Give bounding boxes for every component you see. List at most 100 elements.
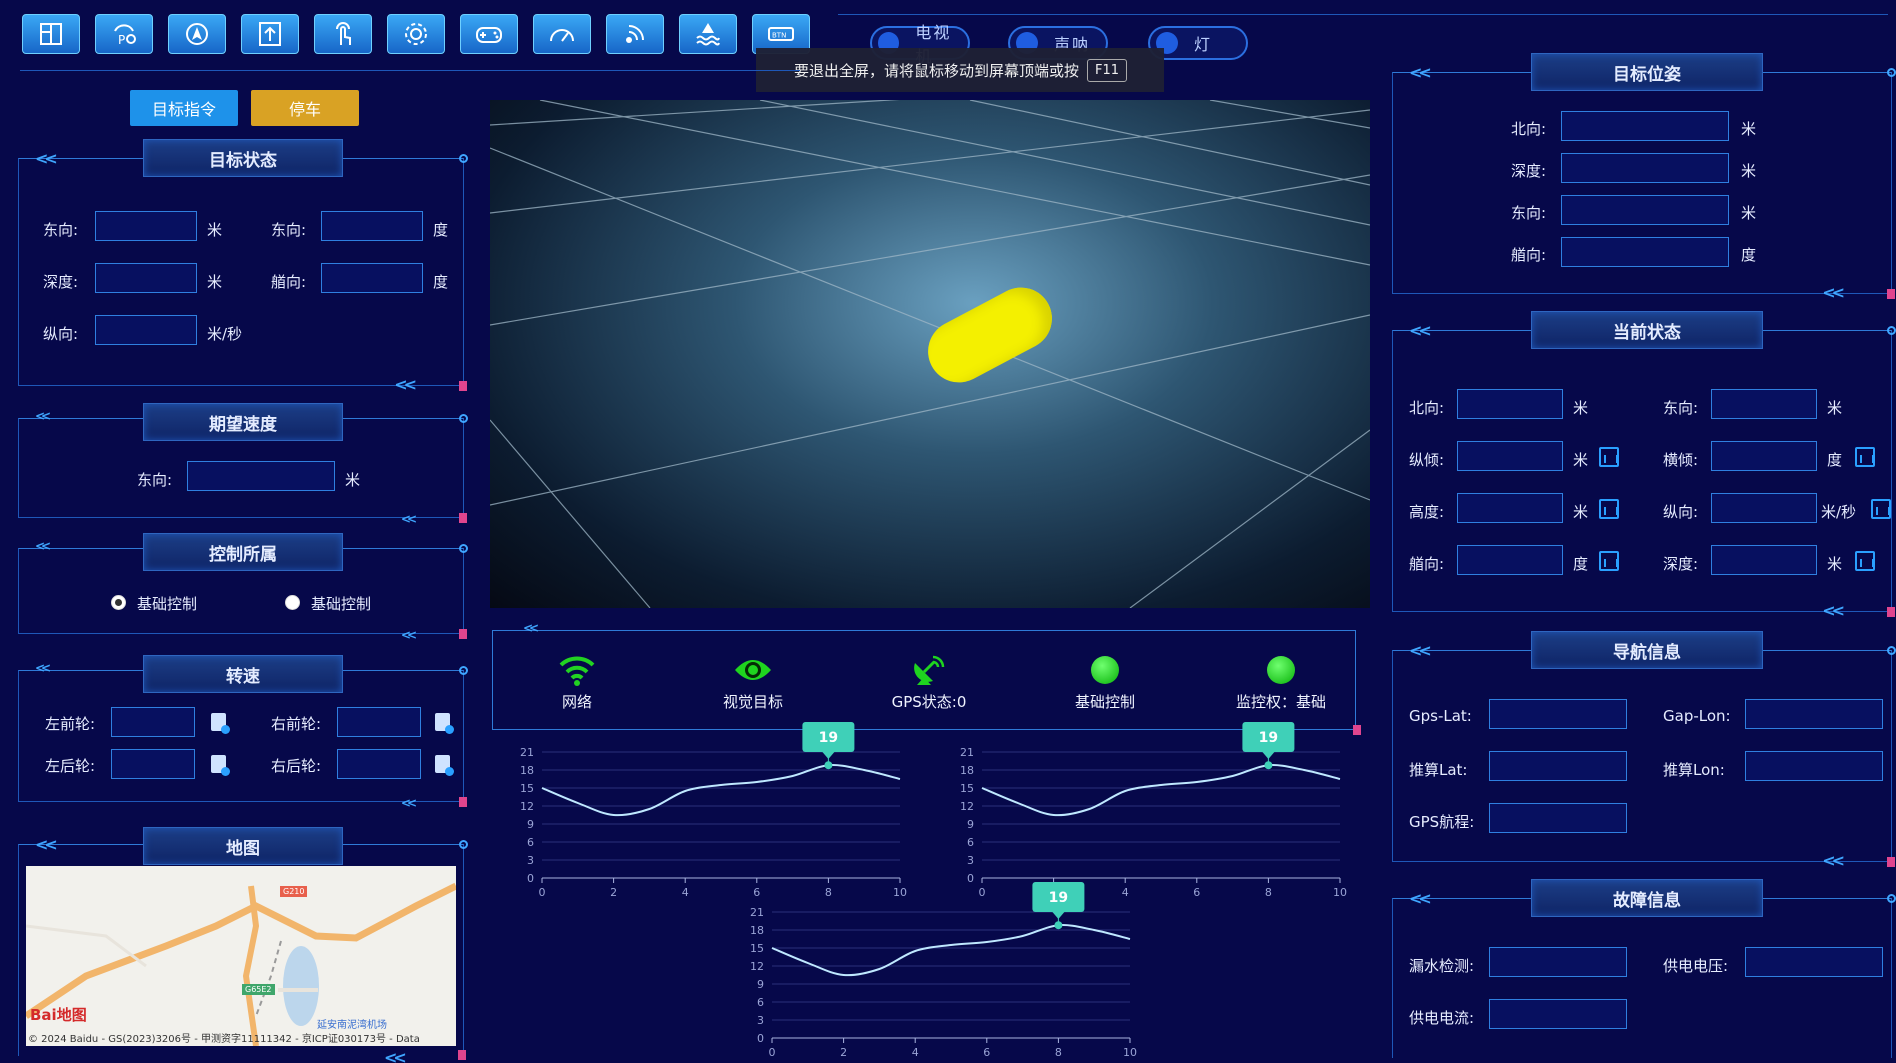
- road-label: G210: [280, 886, 308, 897]
- corner-dot: [459, 544, 468, 553]
- x-tick-label: 0: [539, 886, 546, 899]
- supply-voltage-label: 供电电压:: [1663, 957, 1729, 975]
- y-tick-label: 9: [757, 978, 764, 991]
- chevron-left-icon: <<: [523, 621, 539, 635]
- y-tick-label: 15: [960, 782, 974, 795]
- x-tick-label: 4: [682, 886, 689, 899]
- current-heading-input[interactable]: [1457, 545, 1563, 575]
- chart-icon[interactable]: [1599, 447, 1619, 467]
- east-label: 东向:: [137, 471, 173, 489]
- left-rear-input[interactable]: [111, 749, 195, 779]
- north-label: 北向:: [1409, 399, 1445, 417]
- calc-lon-input[interactable]: [1745, 751, 1883, 781]
- current-depth-input[interactable]: [1711, 545, 1817, 575]
- chevron-left-icon: <<: [1822, 601, 1845, 620]
- chart-icon[interactable]: [1599, 499, 1619, 519]
- document-icon[interactable]: [435, 713, 454, 734]
- gap-lon-input[interactable]: [1745, 699, 1883, 729]
- speedometer-icon[interactable]: [533, 14, 591, 54]
- map-poi-label[interactable]: 延安南泥湾机场: [317, 1016, 387, 1031]
- tooltip-pointer: [1262, 752, 1275, 759]
- gamepad-icon[interactable]: [460, 14, 518, 54]
- chevron-left-icon: <<: [1822, 283, 1845, 302]
- touch-icon[interactable]: [314, 14, 372, 54]
- document-icon[interactable]: [211, 713, 230, 734]
- pose-heading-input[interactable]: [1561, 237, 1729, 267]
- target-depth-input[interactable]: [95, 263, 197, 293]
- x-tick-label: 2: [610, 886, 617, 899]
- left-rear-label: 左后轮:: [45, 757, 96, 775]
- line-chart-2: 036912151821024681019: [960, 722, 1347, 899]
- x-tick-label: 6: [983, 1046, 990, 1059]
- chart-icon[interactable]: [1871, 499, 1891, 519]
- corner-accent: [1887, 289, 1895, 299]
- corner-accent: [459, 797, 467, 807]
- chevron-left-icon: <<: [384, 1048, 407, 1063]
- chart-icon[interactable]: [1855, 551, 1875, 571]
- current-east-input[interactable]: [1711, 389, 1817, 419]
- pose-east-input[interactable]: [1561, 195, 1729, 225]
- chevron-left-icon: <<: [1409, 641, 1432, 660]
- current-north-input[interactable]: [1457, 389, 1563, 419]
- target-longitudinal-input[interactable]: [95, 315, 197, 345]
- current-roll-input[interactable]: [1711, 441, 1817, 471]
- 3d-viewport[interactable]: [490, 100, 1370, 608]
- gps-label: GPS状态:0: [891, 693, 967, 711]
- pose-depth-input[interactable]: [1561, 153, 1729, 183]
- current-pitch-input[interactable]: [1457, 441, 1563, 471]
- left-front-input[interactable]: [111, 707, 195, 737]
- current-state-panel: << 当前状态 << 北向: 米 东向: 米 纵倾: 米 横倾: 度 高度: 米…: [1392, 311, 1896, 620]
- target-east-degree-input[interactable]: [321, 211, 423, 241]
- right-rear-input[interactable]: [337, 749, 421, 779]
- chevron-left-icon: <<: [35, 835, 58, 854]
- corner-dot: [459, 840, 468, 849]
- document-icon[interactable]: [211, 755, 230, 776]
- navigation-icon[interactable]: [168, 14, 226, 54]
- stop-button[interactable]: 停车: [251, 90, 359, 126]
- y-tick-label: 12: [960, 800, 974, 813]
- supply-voltage-input[interactable]: [1745, 947, 1883, 977]
- supply-current-input[interactable]: [1489, 999, 1627, 1029]
- toast-key: F11: [1087, 58, 1128, 82]
- gps-course-input[interactable]: [1489, 803, 1627, 833]
- gps-lat-input[interactable]: [1489, 699, 1627, 729]
- signal-icon[interactable]: [606, 14, 664, 54]
- document-icon[interactable]: [435, 755, 454, 776]
- svg-text:BTN: BTN: [772, 32, 786, 40]
- calc-lat-input[interactable]: [1489, 751, 1627, 781]
- tooltip-pointer: [822, 752, 835, 759]
- corner-dot: [1887, 68, 1896, 77]
- target-east-input[interactable]: [95, 211, 197, 241]
- eye-icon: [735, 660, 771, 680]
- desired-east-input[interactable]: [187, 461, 335, 491]
- layout-icon[interactable]: [22, 14, 80, 54]
- chart-icon[interactable]: [1599, 551, 1619, 571]
- radio-basic-control-2[interactable]: [285, 595, 300, 610]
- panel-title: 故障信息: [1531, 879, 1763, 917]
- svg-text:P: P: [118, 33, 125, 47]
- pose-north-input[interactable]: [1561, 111, 1729, 141]
- panel-title: 转速: [143, 655, 343, 693]
- longitudinal-label: 纵向:: [1663, 503, 1699, 521]
- right-front-input[interactable]: [337, 707, 421, 737]
- gap-lon-label: Gap-Lon:: [1663, 707, 1731, 725]
- line-chart-3: 0 3 6 9 12 15 18 21 0 2 4 6 8 10 19: [750, 882, 1137, 1059]
- current-height-input[interactable]: [1457, 493, 1563, 523]
- current-longitudinal-input[interactable]: [1711, 493, 1817, 523]
- chart-icon[interactable]: [1855, 447, 1875, 467]
- upload-icon[interactable]: [241, 14, 299, 54]
- map-view[interactable]: G210 G65E2 延安南泥湾机场 Bai地图 © 2024 Baidu - …: [26, 866, 456, 1046]
- target-command-button[interactable]: 目标指令: [130, 90, 238, 126]
- toast-text: 要退出全屏，请将鼠标移动到屏幕顶端或按: [794, 61, 1080, 80]
- heading-label: 艏向:: [271, 273, 307, 291]
- y-tick-label: 6: [757, 996, 764, 1009]
- water-icon[interactable]: [679, 14, 737, 54]
- leak-detect-input[interactable]: [1489, 947, 1627, 977]
- chevron-left-icon: <<: [400, 796, 417, 810]
- target-heading-input[interactable]: [321, 263, 423, 293]
- parking-assist-icon[interactable]: P: [95, 14, 153, 54]
- radio-basic-control-1[interactable]: [111, 595, 126, 610]
- settings-icon[interactable]: [387, 14, 445, 54]
- corner-dot: [1887, 646, 1896, 655]
- corner-accent: [458, 1050, 466, 1060]
